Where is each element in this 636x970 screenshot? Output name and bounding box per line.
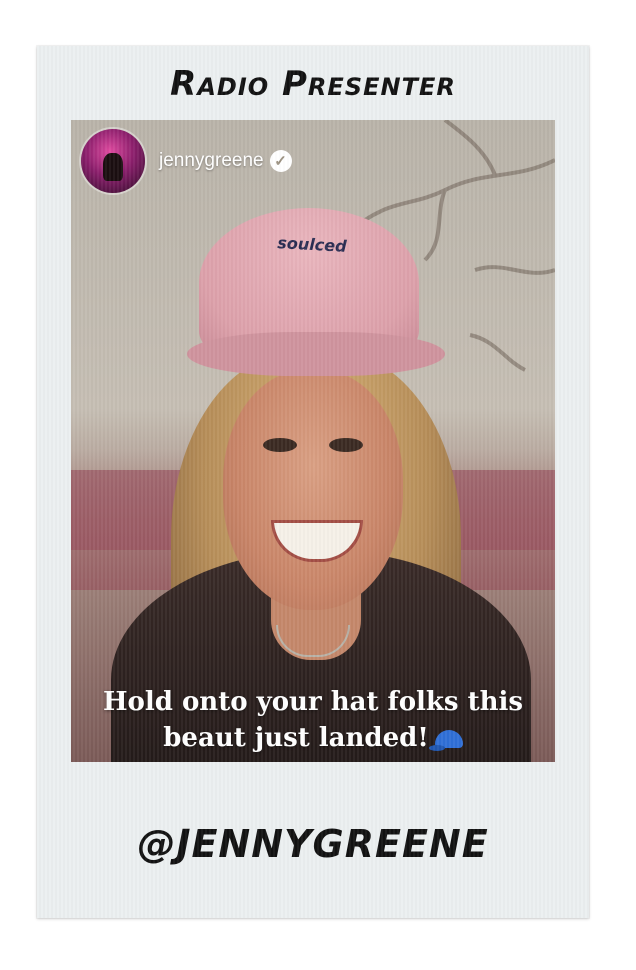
bottom-caption: @jennygreene xyxy=(137,822,489,866)
post-caption-overlay: Hold onto your hat folks this beaut just… xyxy=(71,684,555,756)
caption-line-2: beaut just landed! xyxy=(163,723,429,753)
polaroid-frame: Radio Presenter soulced jennygreene ✓ Ho… xyxy=(37,46,589,918)
blue-cap-emoji-icon xyxy=(428,730,463,751)
instagram-post-image[interactable]: soulced jennygreene ✓ Hold onto your hat… xyxy=(71,120,555,762)
person-face xyxy=(223,370,403,610)
smile xyxy=(271,520,363,562)
verified-badge-icon: ✓ xyxy=(269,150,292,172)
post-header: jennygreene ✓ xyxy=(81,128,292,194)
caption-line-1: Hold onto your hat folks this xyxy=(102,687,524,717)
username[interactable]: jennygreene xyxy=(159,150,264,172)
cap-brim xyxy=(187,332,445,376)
profile-avatar[interactable] xyxy=(81,129,145,193)
caption-line-2-wrap: beaut just landed! xyxy=(71,720,555,756)
left-eye xyxy=(263,438,297,452)
top-caption: Radio Presenter xyxy=(170,64,456,104)
right-eye xyxy=(329,438,363,452)
